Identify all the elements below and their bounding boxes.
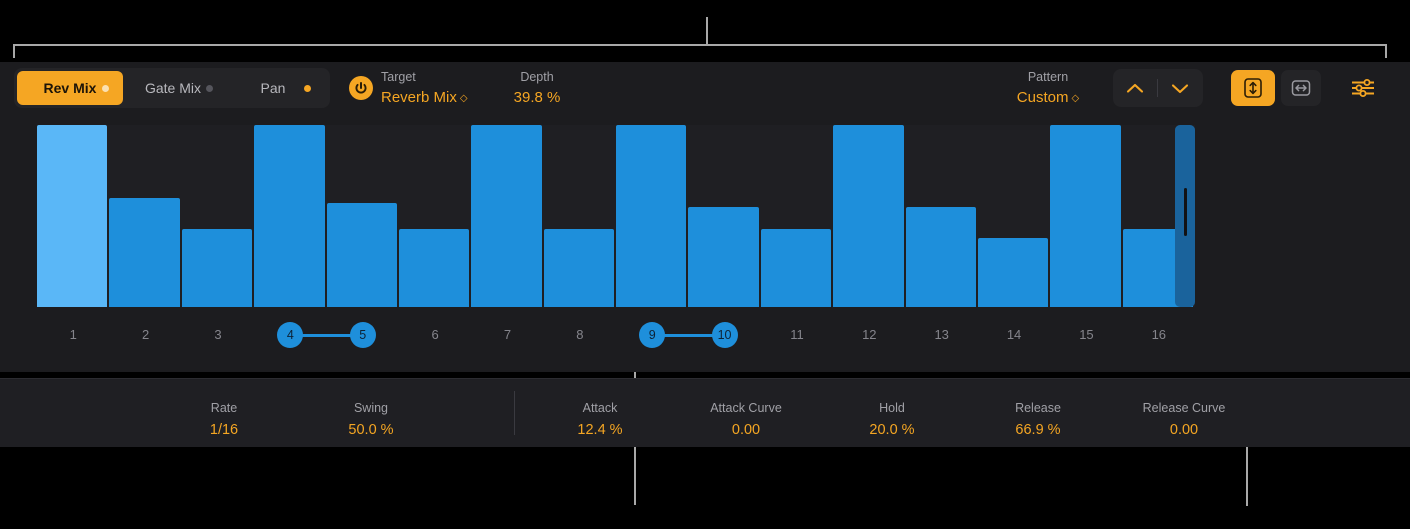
step-bar-14[interactable] — [977, 237, 1049, 307]
rate-label: Rate — [210, 401, 238, 415]
release-curve-parameter[interactable]: Release Curve 0.00 — [1119, 402, 1249, 437]
attack-value[interactable]: 12.4 % — [535, 422, 665, 438]
step-number-row[interactable]: 1 2 3 4 5 6 7 8 9 10 11 12 13 14 15 16 — [37, 322, 1195, 350]
pattern-previous-button[interactable] — [1113, 69, 1157, 107]
swing-parameter[interactable]: Swing 50.0 % — [306, 402, 436, 437]
pattern-next-button[interactable] — [1158, 69, 1202, 107]
step-number-1[interactable]: 1 — [58, 322, 88, 348]
step-number-8[interactable]: 8 — [565, 322, 595, 348]
step-number-11[interactable]: 11 — [782, 322, 812, 348]
power-icon — [355, 82, 367, 94]
step-grid[interactable] — [37, 125, 1195, 307]
arrows-vertical-icon — [1244, 78, 1262, 98]
target-value-text: Reverb Mix — [381, 88, 457, 106]
pattern-parameter[interactable]: Pattern Custom ◇ — [998, 71, 1098, 105]
step-bar-10[interactable] — [688, 206, 759, 307]
release-curve-value[interactable]: 0.00 — [1119, 422, 1249, 438]
step-bar-11[interactable] — [760, 228, 832, 307]
hold-label: Hold — [879, 401, 905, 415]
target-label: Target — [381, 70, 416, 84]
attack-curve-parameter[interactable]: Attack Curve 0.00 — [681, 402, 811, 437]
step-bar-5[interactable] — [326, 203, 397, 307]
power-button[interactable] — [349, 76, 373, 100]
mode-tab-pan-label: Pan — [260, 80, 286, 96]
step-number-16[interactable]: 16 — [1144, 322, 1174, 348]
settings-button[interactable] — [1345, 72, 1381, 104]
attack-label: Attack — [582, 401, 618, 415]
loop-end-grip — [1184, 188, 1187, 236]
step-number-12[interactable]: 12 — [854, 322, 884, 348]
swing-label: Swing — [353, 401, 389, 415]
callout-top-leader-line — [706, 17, 708, 45]
step-number-15[interactable]: 15 — [1071, 322, 1101, 348]
rate-value[interactable]: 1/16 — [159, 422, 289, 438]
pattern-value[interactable]: Custom ◇ — [998, 90, 1098, 105]
mode-tab-gate-mix-label: Gate Mix — [144, 80, 201, 96]
step-bar-12[interactable] — [833, 125, 904, 307]
chevron-down-icon — [1171, 83, 1189, 93]
step-bar-4[interactable] — [254, 125, 325, 307]
dot-indicator-icon — [102, 84, 109, 92]
hold-parameter[interactable]: Hold 20.0 % — [827, 402, 957, 437]
dot-indicator-icon — [304, 84, 311, 92]
step-number-14[interactable]: 14 — [999, 322, 1029, 348]
step-bar-13[interactable] — [905, 206, 976, 307]
step-number-4[interactable]: 4 — [277, 322, 304, 348]
step-bar-8[interactable] — [543, 228, 614, 307]
step-number-6[interactable]: 6 — [420, 322, 450, 348]
mode-tab-rev-mix-label: Rev Mix — [43, 80, 97, 96]
step-bar-7[interactable] — [471, 125, 542, 307]
callout-top-bracket-right-cap — [1385, 44, 1387, 58]
step-number-3[interactable]: 3 — [203, 322, 233, 348]
sliders-icon — [1352, 79, 1374, 97]
edit-direction-horizontal-button[interactable] — [1281, 70, 1321, 106]
chevron-updown-icon[interactable]: ◇ — [1071, 93, 1079, 104]
step-bar-1[interactable] — [37, 125, 108, 307]
step-bar-9[interactable] — [616, 125, 687, 307]
rate-parameter[interactable]: Rate 1/16 — [159, 402, 289, 437]
step-number-5[interactable]: 5 — [349, 322, 376, 348]
target-value[interactable]: Reverb Mix ◇ — [381, 90, 468, 105]
release-parameter[interactable]: Release 66.9 % — [973, 402, 1103, 437]
edit-direction-vertical-button[interactable] — [1231, 70, 1275, 106]
chevron-updown-icon[interactable]: ◇ — [460, 93, 468, 104]
step-number-13[interactable]: 13 — [927, 322, 957, 348]
pattern-label: Pattern — [1027, 70, 1069, 84]
depth-label: Depth — [520, 70, 554, 84]
parameter-strip-divider — [514, 391, 515, 435]
attack-curve-value[interactable]: 0.00 — [681, 422, 811, 438]
mode-tab-gate-mix[interactable]: Gate Mix — [123, 71, 223, 105]
release-curve-label: Release Curve — [1142, 401, 1226, 415]
hold-value[interactable]: 20.0 % — [827, 422, 957, 438]
mode-tab-rev-mix[interactable]: Rev Mix — [17, 71, 123, 105]
callout-top-bracket-left-cap — [13, 44, 15, 58]
chevron-up-icon — [1126, 83, 1144, 93]
target-parameter[interactable]: Target Reverb Mix ◇ — [381, 71, 468, 105]
release-label: Release — [1015, 401, 1061, 415]
attack-curve-label: Attack Curve — [710, 401, 782, 415]
pattern-value-text: Custom — [1016, 88, 1069, 106]
depth-parameter[interactable]: Depth 39.8 % — [487, 71, 587, 105]
step-bar-2[interactable] — [109, 197, 180, 307]
step-number-9[interactable]: 9 — [639, 322, 666, 348]
mode-tab-pan[interactable]: Pan — [223, 71, 323, 105]
pattern-nudge-group[interactable] — [1113, 69, 1203, 107]
arrows-horizontal-icon — [1291, 80, 1311, 96]
step-bar-6[interactable] — [398, 228, 470, 307]
step-number-7[interactable]: 7 — [492, 322, 522, 348]
envelope-parameter-strip: Rate 1/16 Swing 50.0 % Attack 12.4 % Attack Cu… — [0, 378, 1410, 447]
step-bar-3[interactable] — [181, 228, 253, 307]
callout-top-bracket-bar — [13, 44, 1387, 46]
mode-segmented-control[interactable]: Rev Mix Gate Mix Pan — [14, 68, 330, 108]
depth-value[interactable]: 39.8 % — [487, 90, 587, 105]
step-number-2[interactable]: 2 — [131, 322, 161, 348]
release-value[interactable]: 66.9 % — [973, 422, 1103, 438]
dot-indicator-icon — [206, 84, 213, 92]
step-bar-15[interactable] — [1050, 125, 1121, 307]
step-number-10[interactable]: 10 — [711, 322, 738, 348]
swing-value[interactable]: 50.0 % — [306, 422, 436, 438]
attack-parameter[interactable]: Attack 12.4 % — [535, 402, 665, 437]
loop-end-handle[interactable] — [1175, 125, 1195, 307]
